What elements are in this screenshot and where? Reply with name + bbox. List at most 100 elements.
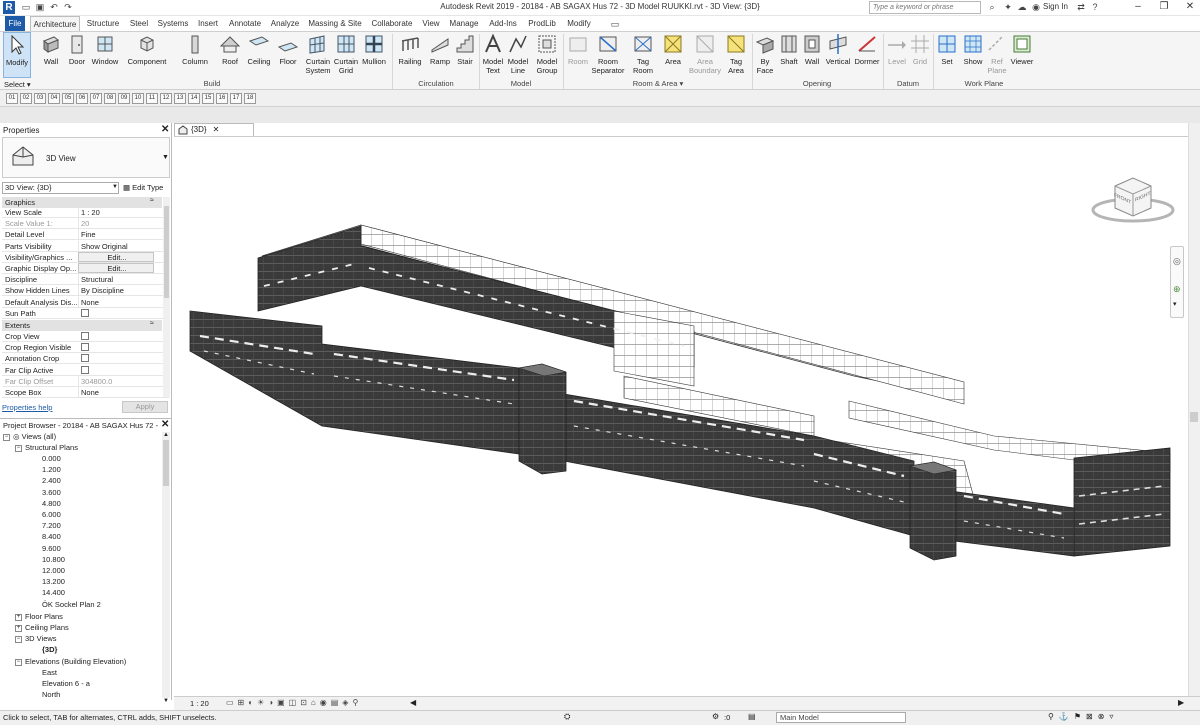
curtain-system-button[interactable]: Curtain System (302, 32, 334, 78)
minimize-icon[interactable]: – (1130, 1, 1146, 12)
qat-button[interactable]: 06 (76, 93, 88, 104)
by-face-button[interactable]: By Face (753, 32, 777, 78)
qat-button[interactable]: 14 (188, 93, 200, 104)
mullion-button[interactable]: Mullion (360, 32, 388, 78)
ribbon-toggle-icon[interactable]: ▭ (609, 19, 621, 30)
edit-button[interactable]: Edit... (78, 251, 154, 262)
property-value[interactable]: 1 : 20 (78, 207, 154, 218)
property-row[interactable]: Far Clip Active (2, 365, 169, 376)
section-extents[interactable]: Extents (2, 320, 162, 331)
railing-button[interactable]: Railing (396, 32, 424, 78)
building-3d-model[interactable] (174, 136, 1188, 696)
tree-item-level[interactable]: 2.400 (42, 475, 61, 486)
property-checkbox[interactable] (81, 365, 89, 374)
editable-only-icon[interactable]: ▤ (748, 712, 756, 721)
qat-button[interactable]: 16 (216, 93, 228, 104)
tab-steel[interactable]: Steel (125, 16, 153, 31)
tree-item-level[interactable]: ÖK Sockel Plan 2 (42, 599, 101, 610)
ramp-button[interactable]: Ramp (427, 32, 453, 78)
revit-logo-icon[interactable]: R (3, 1, 15, 14)
property-row[interactable]: Visibility/Graphics ... Edit... (2, 251, 169, 263)
tree-item-level[interactable]: 14.400 (42, 587, 65, 598)
help-icon[interactable]: ? (1089, 2, 1101, 12)
tab-view[interactable]: View (419, 16, 443, 31)
tag-area-button[interactable]: Tag Area (723, 32, 749, 78)
tree-views-all[interactable]: − ◎ Views (all) (3, 431, 56, 442)
selection-filter-icons[interactable]: ⚲⚓⚑⊠⊗▿ (1048, 712, 1118, 721)
binoculars-icon[interactable]: ⌕ (986, 2, 998, 13)
tab-annotate[interactable]: Annotate (225, 16, 265, 31)
scroll-down-icon[interactable]: ▼ (163, 698, 169, 704)
floor-button[interactable]: Floor (276, 32, 300, 78)
instance-dropdown-icon[interactable]: ▼ (112, 184, 118, 190)
door-button[interactable]: Door (66, 32, 88, 78)
type-dropdown-icon[interactable]: ▼ (162, 154, 169, 161)
property-row[interactable]: View Scale 1 : 20 (2, 207, 169, 218)
tab-manage[interactable]: Manage (446, 16, 482, 31)
tab-add-ins[interactable]: Add-Ins (486, 16, 520, 31)
tab-collaborate[interactable]: Collaborate (368, 16, 416, 31)
tree-item-level[interactable]: 9.600 (42, 543, 61, 554)
properties-help-link[interactable]: Properties help (2, 403, 52, 412)
collapse-toggle-icon[interactable]: − (15, 658, 22, 666)
view-control-icons[interactable]: ▭⊞◐☀◑▣◫⊡⌂◉▤◈⚲ (226, 698, 362, 707)
edit-type-button[interactable]: ▦ Edit Type (123, 183, 163, 192)
property-row[interactable]: Default Analysis Dis... None (2, 296, 169, 308)
tree-item-level[interactable]: 8.400 (42, 531, 61, 542)
wall-opening-button[interactable]: Wall (801, 32, 823, 78)
property-row[interactable]: Crop View (2, 331, 169, 342)
browser-scroll-thumb[interactable] (163, 440, 169, 486)
property-value[interactable]: None (78, 387, 154, 398)
close-icon[interactable]: ✕ (1182, 1, 1198, 12)
tree-item-east[interactable]: East (42, 667, 57, 678)
collapse-toggle-icon[interactable]: − (15, 444, 22, 452)
steering-wheel-icon[interactable]: ◎ (1173, 256, 1181, 267)
view-scroll-thumb[interactable] (1190, 412, 1198, 422)
undo-icon[interactable]: ↶ (48, 2, 60, 13)
qat-button[interactable]: 11 (146, 93, 158, 104)
active-model-select[interactable]: Main Model (776, 712, 906, 723)
property-value[interactable]: Show Original (78, 240, 154, 252)
tree-3d-views[interactable]: −3D Views (15, 633, 57, 644)
property-row[interactable]: Discipline Structural (2, 274, 169, 286)
tab-architecture[interactable]: Architecture (30, 16, 80, 31)
edit-button[interactable]: Edit... (78, 263, 154, 273)
ref-plane-button[interactable]: Ref Plane (986, 32, 1008, 78)
property-row[interactable]: Detail Level Fine (2, 229, 169, 241)
viewcube[interactable] (1088, 172, 1178, 227)
view-tab-close-icon[interactable]: ✕ (213, 125, 220, 134)
area-boundary-button[interactable]: Area Boundary (688, 32, 722, 78)
subscription-icon[interactable]: ✦ (1002, 2, 1014, 13)
tab-analyze[interactable]: Analyze (268, 16, 302, 31)
tree-item-level[interactable]: 13.200 (42, 576, 65, 587)
property-row[interactable]: Show Hidden Lines By Discipline (2, 285, 169, 297)
grid-button[interactable]: Grid (909, 32, 931, 78)
sign-in-link[interactable]: Sign In (1043, 2, 1068, 11)
apply-button[interactable]: Apply (122, 401, 168, 413)
expand-toggle-icon[interactable]: + (15, 624, 22, 632)
expand-toggle-icon[interactable]: + (15, 613, 22, 621)
tree-item-level[interactable]: 6.000 (42, 509, 61, 520)
tree-elevations[interactable]: − Elevations (Building Elevation) (15, 656, 126, 667)
viewer-button[interactable]: Viewer (1008, 32, 1036, 78)
ceiling-button[interactable]: Ceiling (244, 32, 274, 78)
properties-scroll-thumb[interactable] (164, 206, 169, 298)
property-row[interactable]: Crop Region Visible (2, 342, 169, 354)
property-value[interactable]: None (78, 296, 154, 308)
curtain-grid-button[interactable]: Curtain Grid (332, 32, 360, 78)
qat-button[interactable]: 13 (174, 93, 186, 104)
qat-button[interactable]: 04 (48, 93, 60, 104)
qat-button[interactable]: 03 (34, 93, 46, 104)
tree-item-level[interactable]: 3.600 (42, 487, 61, 498)
property-checkbox[interactable] (81, 332, 89, 340)
component-button[interactable]: Component (124, 32, 170, 78)
tree-item-level[interactable]: 0.000 (42, 453, 61, 464)
model-group-button[interactable]: Model Group (533, 32, 561, 78)
qat-button[interactable]: 12 (160, 93, 172, 104)
property-checkbox[interactable] (81, 354, 89, 363)
worksets-icon[interactable]: ⛭ (564, 712, 570, 722)
qat-button[interactable]: 07 (90, 93, 102, 104)
dormer-button[interactable]: Dormer (853, 32, 881, 78)
property-row[interactable]: Graphic Display Op... Edit... (2, 263, 169, 274)
property-row[interactable]: Annotation Crop (2, 353, 169, 365)
